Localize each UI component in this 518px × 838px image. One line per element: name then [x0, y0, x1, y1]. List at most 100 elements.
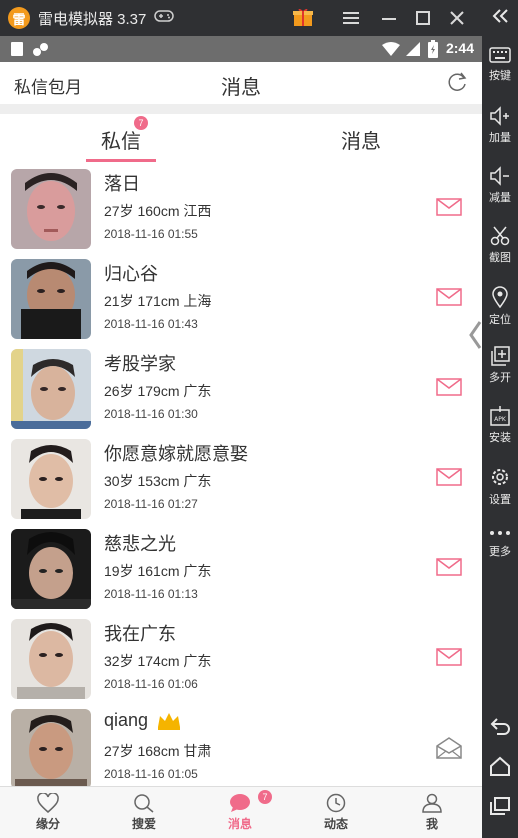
keyboard-icon [489, 47, 511, 63]
avatar[interactable] [11, 169, 91, 249]
user-info: 30岁 153cm 广东 [104, 473, 212, 489]
list-item[interactable]: 慈悲之光 19岁 161cm 广东 2018-11-16 01:13 [0, 524, 482, 614]
user-info: 21岁 171cm 上海 [104, 293, 212, 309]
list-item[interactable]: 你愿意嫁就愿意娶 30岁 153cm 广东 2018-11-16 01:27 [0, 434, 482, 524]
emulator-titlebar: 雷 雷电模拟器 3.37 [0, 0, 518, 36]
home-icon[interactable] [482, 756, 518, 776]
gift-icon[interactable] [292, 7, 314, 27]
envelope-open-icon[interactable] [436, 737, 462, 764]
multi-open-icon [491, 346, 510, 366]
list-item[interactable]: 考股学家 26岁 179cm 广东 2018-11-16 01:30 [0, 344, 482, 434]
gamepad-icon[interactable] [154, 9, 175, 27]
message-time: 2018-11-16 01:06 [104, 677, 198, 691]
sidebar-item-settings[interactable]: 设置 [482, 466, 518, 507]
list-item[interactable]: 我在广东 32岁 174cm 广东 2018-11-16 01:06 [0, 614, 482, 704]
tab-label: 私信 [101, 130, 141, 153]
nickname: 归心谷 [104, 264, 158, 284]
avatar[interactable] [11, 619, 91, 699]
tab-messages[interactable]: 消息 [316, 114, 406, 164]
envelope-icon[interactable] [436, 287, 462, 312]
message-time: 2018-11-16 01:30 [104, 407, 198, 421]
tab-active-indicator [86, 159, 156, 162]
nav-item-fate[interactable]: 缘分 [0, 787, 96, 838]
nickname: 落日 [104, 174, 140, 194]
chevron-left-icon[interactable] [468, 320, 482, 358]
message-time: 2018-11-16 01:43 [104, 317, 198, 331]
more-dots-icon [490, 531, 510, 535]
nav-item-me[interactable]: 我 [384, 787, 480, 838]
apk-install-icon: APK [490, 406, 510, 426]
envelope-icon[interactable] [436, 647, 462, 672]
vip-crown-icon [156, 711, 182, 736]
gear-icon [492, 469, 508, 485]
list-item[interactable]: 落日 27岁 160cm 江西 2018-11-16 01:55 [0, 164, 482, 254]
list-item[interactable]: qiang 27岁 168cm 甘肃 2018-11-16 01:05 [0, 704, 482, 794]
header-divider [0, 104, 482, 114]
sidebar-label: 更多 [489, 546, 511, 558]
message-tabs: 私信 7 消息 [0, 114, 482, 164]
avatar[interactable] [11, 439, 91, 519]
chat-bubble-icon [230, 794, 250, 812]
clock-icon [326, 793, 346, 813]
app-screen: 私信包月 消息 私信 7 消息 落日 27岁 160cm 江西 2018-11-… [0, 62, 482, 838]
avatar[interactable] [11, 259, 91, 339]
avatar[interactable] [11, 529, 91, 609]
maximize-icon[interactable] [406, 0, 440, 36]
sidebar-label: 按键 [489, 70, 511, 82]
envelope-icon[interactable] [436, 467, 462, 492]
sidebar-item-multi[interactable]: 多开 [482, 346, 518, 385]
sidebar-item-volume-down[interactable]: 减量 [482, 166, 518, 205]
message-time: 2018-11-16 01:13 [104, 587, 198, 601]
location-pin-icon [492, 286, 508, 308]
recent-apps-icon[interactable] [482, 796, 518, 816]
sidebar-item-screenshot[interactable]: 截图 [482, 226, 518, 265]
wifi-icon [382, 42, 400, 56]
sidebar-item-install[interactable]: APK 安装 [482, 406, 518, 445]
nav-label: 搜爱 [131, 817, 156, 831]
envelope-icon[interactable] [436, 557, 462, 582]
tab-badge: 7 [134, 116, 148, 130]
sidebar-item-volume-up[interactable]: 加量 [482, 106, 518, 145]
collapse-sidebar-icon[interactable] [482, 8, 518, 24]
sidebar-label: 多开 [489, 372, 511, 384]
avatar[interactable] [11, 709, 91, 789]
back-icon[interactable] [482, 716, 518, 736]
close-icon[interactable] [440, 0, 474, 36]
sidebar-label: 截图 [489, 252, 511, 264]
message-time: 2018-11-16 01:55 [104, 227, 198, 241]
user-info: 19岁 161cm 广东 [104, 563, 212, 579]
nav-label: 我 [425, 817, 438, 831]
app-header: 私信包月 消息 [0, 62, 482, 104]
android-statusbar: 2:44 [0, 36, 482, 62]
envelope-icon[interactable] [436, 377, 462, 402]
tab-private-messages[interactable]: 私信 7 [76, 114, 166, 164]
nav-item-messages[interactable]: 消息 7 [192, 787, 288, 838]
sidebar-label: 设置 [489, 494, 511, 506]
envelope-icon[interactable] [436, 197, 462, 222]
list-item[interactable]: 归心谷 21岁 171cm 上海 2018-11-16 01:43 [0, 254, 482, 344]
emulator-logo-icon: 雷 [8, 7, 30, 29]
person-icon [422, 793, 442, 813]
nav-item-search[interactable]: 搜爱 [96, 787, 192, 838]
sidebar-item-more[interactable]: 更多 [482, 526, 518, 559]
sidebar-item-keys[interactable]: 按键 [482, 46, 518, 83]
refresh-icon[interactable] [446, 71, 468, 98]
nav-label: 缘分 [35, 817, 60, 831]
nav-item-feed[interactable]: 动态 [288, 787, 384, 838]
nickname: 我在广东 [104, 624, 176, 644]
signal-icon [406, 42, 420, 56]
sidebar-label: 定位 [489, 314, 511, 326]
sidebar-label: 安装 [489, 432, 511, 444]
avatar[interactable] [11, 349, 91, 429]
user-info: 27岁 160cm 江西 [104, 203, 212, 219]
nickname: 你愿意嫁就愿意娶 [104, 444, 248, 464]
bottom-navigation: 缘分 搜爱 消息 7 动态 我 [0, 786, 482, 838]
status-time: 2:44 [445, 40, 474, 56]
nav-badge: 7 [258, 790, 272, 804]
nav-label: 消息 [227, 817, 252, 831]
minimize-icon[interactable] [372, 0, 406, 36]
emulator-title: 雷电模拟器 3.37 [38, 10, 147, 28]
menu-icon[interactable] [334, 0, 368, 36]
volume-up-icon [490, 106, 509, 126]
sidebar-item-location[interactable]: 定位 [482, 286, 518, 327]
